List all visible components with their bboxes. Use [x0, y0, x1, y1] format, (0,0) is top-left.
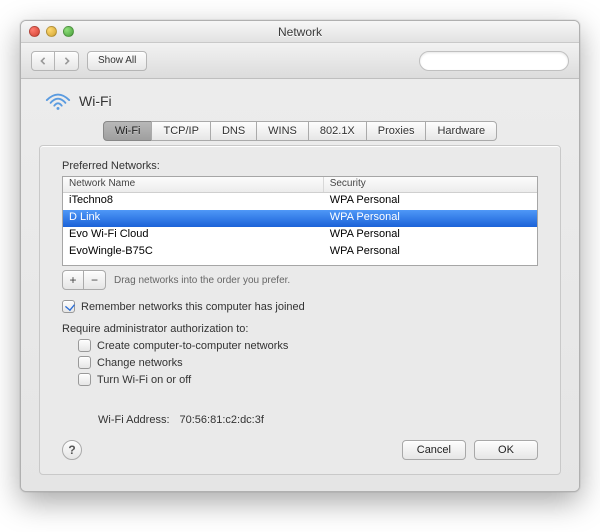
help-button[interactable]: ? [62, 440, 82, 460]
close-window-button[interactable] [29, 26, 40, 37]
header-row: Wi-Fi [39, 91, 561, 111]
wifi-address-row: Wi-Fi Address: 70:56:81:c2:dc:3f [98, 414, 538, 426]
network-name: D Link [63, 210, 324, 227]
tabbar: Wi-FiTCP/IPDNSWINS802.1XProxiesHardware [39, 121, 561, 141]
admin-options: Create computer-to-computer networks Chan… [78, 339, 538, 386]
network-security: WPA Personal [324, 244, 537, 261]
toolbar: Show All [21, 43, 579, 79]
remove-network-button[interactable]: − [84, 270, 106, 290]
remember-label: Remember networks this computer has join… [81, 301, 305, 313]
network-security: WPA Personal [324, 210, 537, 227]
drag-hint: Drag networks into the order you prefer. [114, 275, 290, 286]
zoom-window-button[interactable] [63, 26, 74, 37]
admin-checkbox[interactable] [78, 356, 91, 369]
nav-group [31, 51, 79, 71]
page-title: Wi-Fi [79, 93, 112, 109]
tab-proxies[interactable]: Proxies [366, 121, 427, 141]
admin-checkbox[interactable] [78, 339, 91, 352]
chevron-right-icon [63, 57, 71, 65]
admin-option-label: Change networks [97, 357, 183, 369]
tab-802-1x[interactable]: 802.1X [308, 121, 367, 141]
remember-row[interactable]: Remember networks this computer has join… [62, 300, 538, 313]
forward-button[interactable] [55, 51, 79, 71]
chevron-left-icon [39, 57, 47, 65]
admin-option[interactable]: Change networks [78, 356, 538, 369]
admin-label: Require administrator authorization to: [62, 323, 538, 335]
show-all-button[interactable]: Show All [87, 51, 147, 71]
network-window: Network Show All Wi-Fi Wi- [20, 20, 580, 492]
tab-hardware[interactable]: Hardware [425, 121, 497, 141]
wifi-address-value: 70:56:81:c2:dc:3f [180, 414, 264, 426]
network-list-header: Network Name Security [63, 177, 537, 193]
network-list[interactable]: Network Name Security iTechno8WPA Person… [62, 176, 538, 266]
network-row[interactable]: EvoWingle-B75CWPA Personal [63, 244, 537, 261]
search-field[interactable] [419, 51, 569, 71]
remember-checkbox[interactable] [62, 300, 75, 313]
network-name: Evo Wi-Fi Cloud [63, 227, 324, 244]
bottom-row: ? Cancel OK [62, 440, 538, 460]
ok-button[interactable]: OK [474, 440, 538, 460]
add-network-button[interactable]: + [62, 270, 84, 290]
traffic-lights [29, 26, 74, 37]
network-row[interactable]: D LinkWPA Personal [63, 210, 537, 227]
wifi-icon [45, 91, 71, 111]
col-network-name[interactable]: Network Name [63, 177, 324, 192]
back-button[interactable] [31, 51, 55, 71]
col-security[interactable]: Security [324, 177, 537, 192]
network-security: WPA Personal [324, 193, 537, 210]
network-row[interactable]: Evo Wi-Fi CloudWPA Personal [63, 227, 537, 244]
titlebar: Network [21, 21, 579, 43]
tab-dns[interactable]: DNS [210, 121, 257, 141]
preferred-label: Preferred Networks: [62, 160, 538, 172]
wifi-address-label: Wi-Fi Address: [98, 414, 170, 426]
advanced-panel: Preferred Networks: Network Name Securit… [39, 145, 561, 475]
tab-wi-fi[interactable]: Wi-Fi [103, 121, 153, 141]
window-title: Network [21, 25, 579, 39]
minimize-window-button[interactable] [46, 26, 57, 37]
admin-checkbox[interactable] [78, 373, 91, 386]
admin-option[interactable]: Create computer-to-computer networks [78, 339, 538, 352]
network-security: WPA Personal [324, 227, 537, 244]
network-name: EvoWingle-B75C [63, 244, 324, 261]
add-remove-group: + − [62, 270, 106, 290]
network-name: iTechno8 [63, 193, 324, 210]
list-footer: + − Drag networks into the order you pre… [62, 270, 538, 290]
content: Wi-Fi Wi-FiTCP/IPDNSWINS802.1XProxiesHar… [21, 79, 579, 491]
admin-option[interactable]: Turn Wi-Fi on or off [78, 373, 538, 386]
network-row[interactable]: iTechno8WPA Personal [63, 193, 537, 210]
tab-tcp-ip[interactable]: TCP/IP [151, 121, 210, 141]
admin-option-label: Create computer-to-computer networks [97, 340, 288, 352]
admin-option-label: Turn Wi-Fi on or off [97, 374, 191, 386]
tab-wins[interactable]: WINS [256, 121, 309, 141]
cancel-button[interactable]: Cancel [402, 440, 466, 460]
search-input[interactable] [430, 54, 576, 68]
